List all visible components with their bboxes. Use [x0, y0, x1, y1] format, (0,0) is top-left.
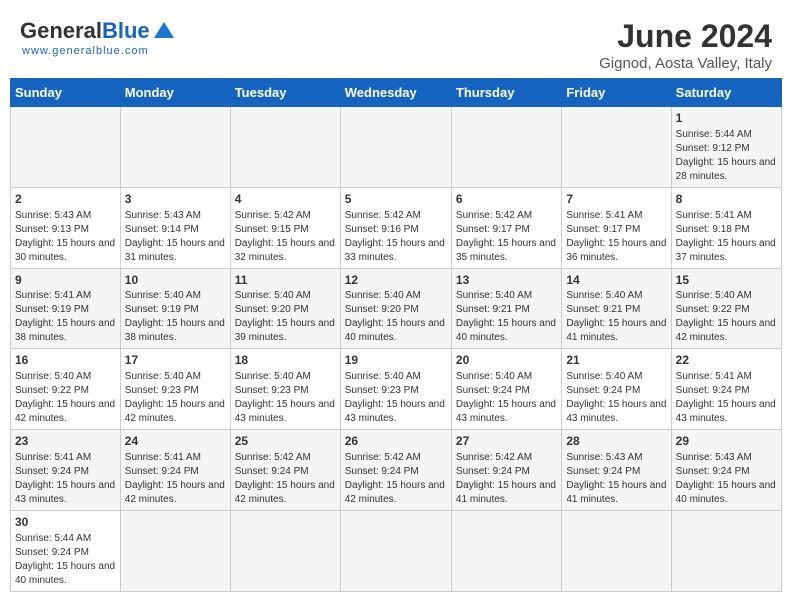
table-row: 1 Sunrise: 5:44 AM Sunset: 9:12 PM Dayli… — [11, 107, 782, 188]
table-row: 9 Sunrise: 5:41 AMSunset: 9:19 PMDayligh… — [11, 268, 782, 349]
day-28: 28 Sunrise: 5:43 AMSunset: 9:24 PMDaylig… — [562, 430, 671, 511]
header-friday: Friday — [562, 79, 671, 107]
empty-cell — [451, 107, 561, 188]
day-14: 14 Sunrise: 5:40 AMSunset: 9:21 PMDaylig… — [562, 268, 671, 349]
empty-cell — [230, 107, 340, 188]
location-title: Gignod, Aosta Valley, Italy — [599, 55, 772, 72]
logo-general-text: General — [20, 18, 102, 44]
day-22: 22 Sunrise: 5:41 AMSunset: 9:24 PMDaylig… — [671, 349, 781, 430]
day-23: 23 Sunrise: 5:41 AMSunset: 9:24 PMDaylig… — [11, 430, 121, 511]
table-row: 23 Sunrise: 5:41 AMSunset: 9:24 PMDaylig… — [11, 430, 782, 511]
day-20: 20 Sunrise: 5:40 AMSunset: 9:24 PMDaylig… — [451, 349, 561, 430]
header-thursday: Thursday — [451, 79, 561, 107]
day-29: 29 Sunrise: 5:43 AMSunset: 9:24 PMDaylig… — [671, 430, 781, 511]
day-16: 16 Sunrise: 5:40 AMSunset: 9:22 PMDaylig… — [11, 349, 121, 430]
day-17: 17 Sunrise: 5:40 AMSunset: 9:23 PMDaylig… — [120, 349, 230, 430]
day-1: 1 Sunrise: 5:44 AM Sunset: 9:12 PM Dayli… — [671, 107, 781, 188]
empty-cell — [451, 510, 561, 591]
weekday-header-row: Sunday Monday Tuesday Wednesday Thursday… — [11, 79, 782, 107]
day-30: 30 Sunrise: 5:44 AMSunset: 9:24 PMDaylig… — [11, 510, 121, 591]
calendar-table: Sunday Monday Tuesday Wednesday Thursday… — [10, 78, 782, 592]
day-11: 11 Sunrise: 5:40 AMSunset: 9:20 PMDaylig… — [230, 268, 340, 349]
day-26: 26 Sunrise: 5:42 AMSunset: 9:24 PMDaylig… — [340, 430, 451, 511]
day-2: 2 Sunrise: 5:43 AMSunset: 9:13 PMDayligh… — [11, 187, 121, 268]
header-monday: Monday — [120, 79, 230, 107]
empty-cell — [562, 510, 671, 591]
day-5: 5 Sunrise: 5:42 AMSunset: 9:16 PMDayligh… — [340, 187, 451, 268]
header-sunday: Sunday — [11, 79, 121, 107]
day-27: 27 Sunrise: 5:42 AMSunset: 9:24 PMDaylig… — [451, 430, 561, 511]
day-24: 24 Sunrise: 5:41 AMSunset: 9:24 PMDaylig… — [120, 430, 230, 511]
header-saturday: Saturday — [671, 79, 781, 107]
logo-triangle-icon — [154, 22, 174, 38]
day-7: 7 Sunrise: 5:41 AMSunset: 9:17 PMDayligh… — [562, 187, 671, 268]
day-25: 25 Sunrise: 5:42 AMSunset: 9:24 PMDaylig… — [230, 430, 340, 511]
header: General Blue www.generalblue.com June 20… — [10, 10, 782, 78]
day-18: 18 Sunrise: 5:40 AMSunset: 9:23 PMDaylig… — [230, 349, 340, 430]
day-12: 12 Sunrise: 5:40 AMSunset: 9:20 PMDaylig… — [340, 268, 451, 349]
empty-cell — [11, 107, 121, 188]
table-row: 16 Sunrise: 5:40 AMSunset: 9:22 PMDaylig… — [11, 349, 782, 430]
day-4: 4 Sunrise: 5:42 AMSunset: 9:15 PMDayligh… — [230, 187, 340, 268]
day-10: 10 Sunrise: 5:40 AMSunset: 9:19 PMDaylig… — [120, 268, 230, 349]
day-6: 6 Sunrise: 5:42 AMSunset: 9:17 PMDayligh… — [451, 187, 561, 268]
day-15: 15 Sunrise: 5:40 AMSunset: 9:22 PMDaylig… — [671, 268, 781, 349]
day-19: 19 Sunrise: 5:40 AMSunset: 9:23 PMDaylig… — [340, 349, 451, 430]
logo-tagline: www.generalblue.com — [22, 45, 149, 57]
title-area: June 2024 Gignod, Aosta Valley, Italy — [599, 18, 772, 72]
header-wednesday: Wednesday — [340, 79, 451, 107]
empty-cell — [562, 107, 671, 188]
logo-blue-text: Blue — [102, 18, 150, 44]
day-13: 13 Sunrise: 5:40 AMSunset: 9:21 PMDaylig… — [451, 268, 561, 349]
day-3: 3 Sunrise: 5:43 AMSunset: 9:14 PMDayligh… — [120, 187, 230, 268]
empty-cell — [120, 510, 230, 591]
empty-cell — [671, 510, 781, 591]
empty-cell — [340, 107, 451, 188]
day-21: 21 Sunrise: 5:40 AMSunset: 9:24 PMDaylig… — [562, 349, 671, 430]
empty-cell — [340, 510, 451, 591]
empty-cell — [230, 510, 340, 591]
logo: General Blue www.generalblue.com — [20, 18, 174, 57]
table-row: 30 Sunrise: 5:44 AMSunset: 9:24 PMDaylig… — [11, 510, 782, 591]
day-9: 9 Sunrise: 5:41 AMSunset: 9:19 PMDayligh… — [11, 268, 121, 349]
table-row: 2 Sunrise: 5:43 AMSunset: 9:13 PMDayligh… — [11, 187, 782, 268]
empty-cell — [120, 107, 230, 188]
day-8: 8 Sunrise: 5:41 AMSunset: 9:18 PMDayligh… — [671, 187, 781, 268]
month-title: June 2024 — [599, 18, 772, 55]
header-tuesday: Tuesday — [230, 79, 340, 107]
